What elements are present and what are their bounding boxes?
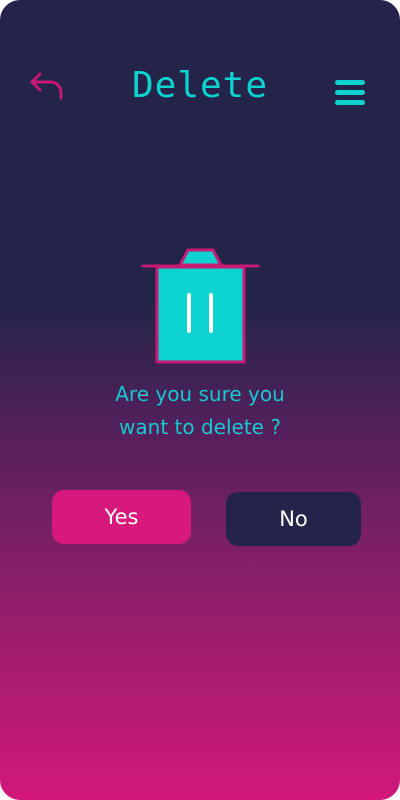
no-button[interactable]: No [226,492,361,546]
trash-bin-icon [141,248,260,364]
question-line-2: want to delete ? [119,415,281,439]
hamburger-menu-icon [335,80,365,105]
menu-button[interactable] [333,78,367,110]
yes-button[interactable]: Yes [52,490,191,544]
question-line-1: Are you sure you [115,382,285,406]
delete-screen: Delete Are you sure you want to delete ?… [0,0,400,800]
confirm-question: Are you sure you want to delete ? [60,378,340,444]
trash-illustration [140,243,262,368]
